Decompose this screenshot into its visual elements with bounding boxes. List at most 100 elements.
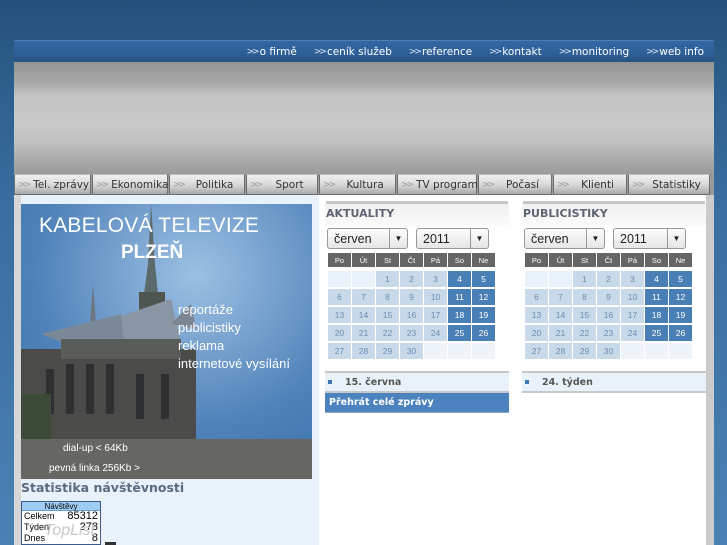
- play-full-news-button[interactable]: Přehrát celé zprávy: [325, 393, 509, 413]
- calendar-grid: Po Út St Čt Pá So Ne 1 2 3 4 5 6 7 8 9 10 11 12 13 14 15 16 17 1…: [328, 253, 495, 359]
- section-tab-statistiky[interactable]: >> Statistiky: [628, 174, 710, 195]
- section-tab-pocasi[interactable]: >> Počasí: [478, 174, 552, 195]
- section-tab-politika[interactable]: >> Politika: [169, 174, 245, 195]
- calendar-day[interactable]: 4: [645, 271, 668, 287]
- top-navigation: >> o firmě >> ceník služeb >> reference >> k…: [14, 40, 714, 62]
- top-nav-web-info[interactable]: >> web info: [646, 46, 704, 58]
- calendar-day[interactable]: 4: [448, 271, 471, 287]
- calendar-day[interactable]: 25: [645, 325, 668, 341]
- month-select[interactable]: červen ▼: [327, 228, 408, 249]
- calendar-day[interactable]: 16: [597, 307, 620, 323]
- calendar-day[interactable]: 26: [472, 325, 495, 341]
- calendar-day[interactable]: 24: [424, 325, 447, 341]
- calendar-day[interactable]: 15: [573, 307, 596, 323]
- section-tab-sport[interactable]: >> Sport: [246, 174, 318, 195]
- promo-banner[interactable]: KABELOVÁ TELEVIZE PLZEŇ reportáže public…: [21, 204, 312, 439]
- calendar-empty-cell: [472, 343, 495, 359]
- top-nav-reference[interactable]: >> reference: [409, 46, 472, 58]
- calendar-day[interactable]: 17: [621, 307, 644, 323]
- section-tab-ekonomika[interactable]: >> Ekonomika: [92, 174, 168, 195]
- calendar-day[interactable]: 5: [472, 271, 495, 287]
- calendar-day[interactable]: 1: [573, 271, 596, 287]
- calendar-day[interactable]: 28: [352, 343, 375, 359]
- calendar-day[interactable]: 22: [376, 325, 399, 341]
- calendar-day[interactable]: 10: [621, 289, 644, 305]
- calendar-day[interactable]: 18: [448, 307, 471, 323]
- calendar-day[interactable]: 27: [525, 343, 548, 359]
- calendar-day[interactable]: 14: [549, 307, 572, 323]
- calendar-day[interactable]: 30: [597, 343, 620, 359]
- calendar-empty-cell: [549, 271, 572, 287]
- section-tab-tel-zpravy[interactable]: >> Tel. zprávy: [14, 174, 91, 195]
- top-nav-cenik-sluzeb[interactable]: >> ceník služeb: [314, 46, 392, 58]
- calendar-day[interactable]: 22: [573, 325, 596, 341]
- visit-counter[interactable]: Návštěvy TopList Celkem 85312 Týden 278 Dn…: [21, 501, 101, 545]
- calendar-day[interactable]: 12: [472, 289, 495, 305]
- calendar-day[interactable]: 3: [424, 271, 447, 287]
- calendar-day[interactable]: 29: [376, 343, 399, 359]
- top-nav-kontakt[interactable]: >> kontakt: [489, 46, 542, 58]
- calendar-day[interactable]: 9: [400, 289, 423, 305]
- section-tab-klienti[interactable]: >> Klienti: [553, 174, 627, 195]
- calendar-day[interactable]: 24: [621, 325, 644, 341]
- day-header: Út: [352, 253, 375, 267]
- calendar-day[interactable]: 20: [328, 325, 351, 341]
- calendar-day[interactable]: 29: [573, 343, 596, 359]
- calendar-day[interactable]: 11: [645, 289, 668, 305]
- calendar-day[interactable]: 20: [525, 325, 548, 341]
- calendar-day[interactable]: 3: [621, 271, 644, 287]
- calendar-day[interactable]: 7: [549, 289, 572, 305]
- month-select[interactable]: červen ▼: [524, 228, 605, 249]
- calendar-day[interactable]: 2: [400, 271, 423, 287]
- calendar-day[interactable]: 25: [448, 325, 471, 341]
- calendar-day[interactable]: 15: [376, 307, 399, 323]
- calendar-day[interactable]: 8: [376, 289, 399, 305]
- calendar-day[interactable]: 12: [669, 289, 692, 305]
- calendar-day[interactable]: 16: [400, 307, 423, 323]
- dropdown-arrow-icon: ▼: [667, 229, 685, 248]
- calendar-day[interactable]: 19: [669, 307, 692, 323]
- day-header: Čt: [400, 253, 423, 267]
- calendar-day[interactable]: 18: [645, 307, 668, 323]
- year-select[interactable]: 2011 ▼: [613, 228, 686, 249]
- calendar-day[interactable]: 27: [328, 343, 351, 359]
- calendar-day[interactable]: 11: [448, 289, 471, 305]
- calendar-day[interactable]: 14: [352, 307, 375, 323]
- fixed-line-stream-link[interactable]: pevná linka 256Kb >: [49, 463, 140, 474]
- calendar-day[interactable]: 26: [669, 325, 692, 341]
- calendar-day[interactable]: 19: [472, 307, 495, 323]
- day-header: Út: [549, 253, 572, 267]
- calendar-day[interactable]: 2: [597, 271, 620, 287]
- calendar-day[interactable]: 21: [352, 325, 375, 341]
- calendar-day[interactable]: 13: [328, 307, 351, 323]
- top-nav-monitoring[interactable]: >> monitoring: [559, 46, 629, 58]
- calendar-day[interactable]: 17: [424, 307, 447, 323]
- top-nav-o-firme[interactable]: >> o firmě: [247, 46, 297, 58]
- calendar-day[interactable]: 21: [549, 325, 572, 341]
- section-tab-kultura[interactable]: >> Kultura: [319, 174, 396, 195]
- calendar-day[interactable]: 13: [525, 307, 548, 323]
- calendar-day[interactable]: 28: [549, 343, 572, 359]
- calendar-day[interactable]: 1: [376, 271, 399, 287]
- day-header: So: [448, 253, 471, 267]
- calendar-day[interactable]: 30: [400, 343, 423, 359]
- section-navigation: >> Tel. zprávy >> Ekonomika >> Politika >> S…: [14, 174, 714, 195]
- calendar-day[interactable]: 10: [424, 289, 447, 305]
- toplist-watermark: TopList: [44, 522, 95, 539]
- calendar-day[interactable]: 7: [352, 289, 375, 305]
- year-select[interactable]: 2011 ▼: [416, 228, 489, 249]
- calendar-day[interactable]: 8: [573, 289, 596, 305]
- calendar-day[interactable]: 6: [525, 289, 548, 305]
- double-chevron-icon: >>: [173, 179, 186, 190]
- header-banner: [14, 62, 714, 174]
- bullet-icon: [525, 380, 529, 384]
- calendar-day[interactable]: 6: [328, 289, 351, 305]
- calendar-day[interactable]: 9: [597, 289, 620, 305]
- calendar-day[interactable]: 23: [597, 325, 620, 341]
- section-tab-tv-program[interactable]: >> TV program: [397, 174, 478, 195]
- dialup-stream-link[interactable]: dial-up < 64Kb: [63, 443, 128, 454]
- calendar-day[interactable]: 5: [669, 271, 692, 287]
- calendar-day[interactable]: 23: [400, 325, 423, 341]
- calendar-empty-cell: [328, 271, 351, 287]
- double-chevron-icon: >>: [646, 46, 659, 57]
